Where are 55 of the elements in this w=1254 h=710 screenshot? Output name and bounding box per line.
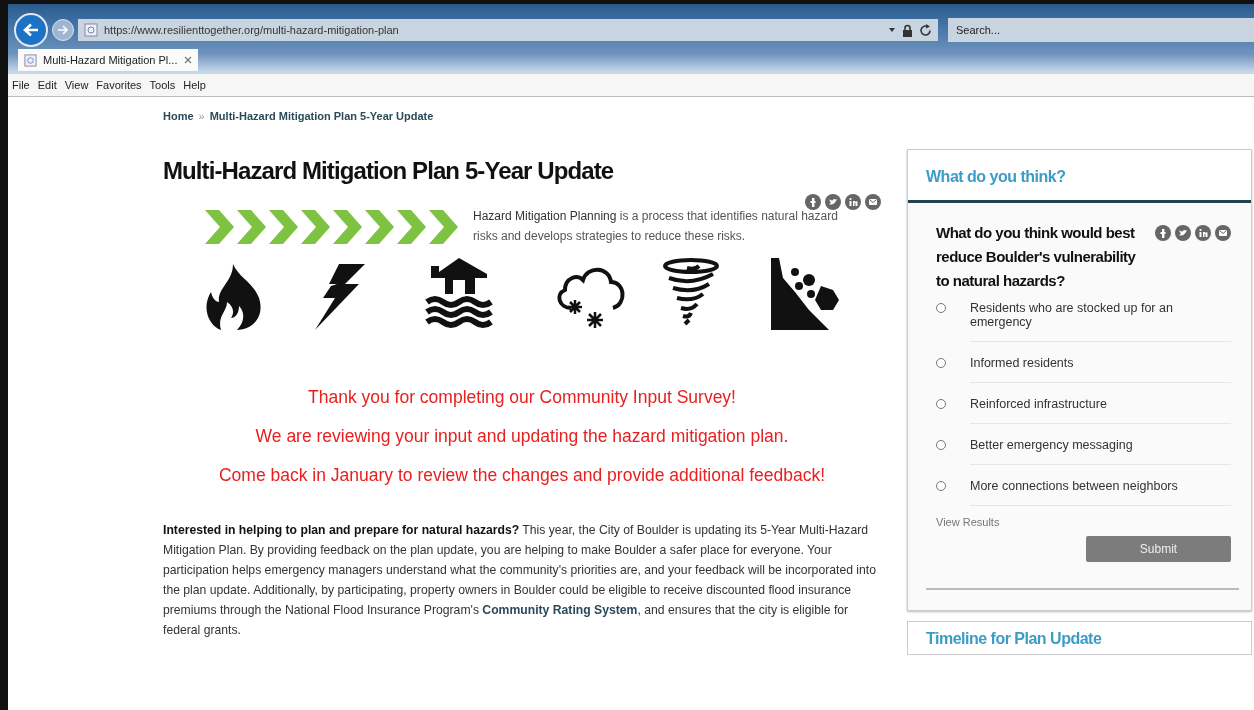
share-icon[interactable] bbox=[825, 194, 841, 210]
url-text: https://www.resilienttogether.org/multi-hazard-mitigation-plan bbox=[104, 24, 400, 36]
breadcrumb-link[interactable]: Multi-Hazard Mitigation Plan 5-Year Update bbox=[209, 110, 434, 122]
share-icon[interactable] bbox=[1195, 225, 1211, 241]
option-label[interactable]: Informed residents bbox=[970, 356, 1231, 383]
close-icon[interactable] bbox=[184, 56, 192, 64]
menu-item[interactable]: Edit bbox=[33, 79, 61, 91]
arrow-icon bbox=[57, 25, 69, 35]
notice-text: Come back in January to review the changes and provide additional feedback! bbox=[218, 464, 826, 486]
envelope-icon[interactable] bbox=[865, 194, 881, 210]
back-button[interactable] bbox=[14, 13, 48, 47]
lightning-icon bbox=[315, 264, 365, 330]
intro-text: Hazard Mitigation Planning is a process that identifies natural hazard risks and develops strategies to reduce these risks. bbox=[473, 208, 839, 245]
radio-button[interactable] bbox=[936, 303, 946, 313]
breadcrumb-link[interactable]: Home bbox=[163, 110, 194, 122]
address-bar[interactable]: https://www.resilienttogether.org/multi-hazard-mitigation-plan bbox=[78, 19, 938, 41]
dropdown-icon[interactable] bbox=[888, 27, 896, 33]
page-icon bbox=[24, 53, 37, 67]
submit-button[interactable]: Submit bbox=[1086, 536, 1231, 562]
option-label[interactable]: Residents who are stocked up for an emergency bbox=[970, 301, 1231, 342]
share-icon[interactable] bbox=[845, 194, 861, 210]
option-label[interactable]: More connections between neighbors bbox=[970, 479, 1231, 506]
flooded-house-icon bbox=[423, 258, 495, 330]
rockfall-icon bbox=[771, 258, 841, 330]
radio-button[interactable] bbox=[936, 358, 946, 368]
share-icon[interactable] bbox=[805, 194, 821, 210]
option-label[interactable]: Better emergency messaging bbox=[970, 438, 1231, 465]
menu-item[interactable]: View bbox=[60, 79, 93, 91]
card-header: Timeline for Plan Update bbox=[925, 629, 1103, 649]
radio-button[interactable] bbox=[936, 481, 946, 491]
lock-icon bbox=[902, 23, 913, 37]
card-header: What do you think? bbox=[908, 150, 1251, 203]
share-icon[interactable] bbox=[1175, 225, 1191, 241]
body-paragraph: Interested in helping to plan and prepare for natural hazards? This year, the City of Boulder is updating its 5-Year Multi-Hazard Mitigation Plan. By providing feedback on the plan update, you are helping to make Boulder a safer place for everyone. Your participation helps emergency managers understand what the community's priorities are, and your feedback will be incorporated into the plan update. Additionally, by participating, property owners in Boulder could be eligible to receive discounted flood insurance premiums through the National Flood Insurance Program's Community Rating System, and ensures that the city is eligible for federal grants. bbox=[163, 522, 877, 639]
breadcrumb-separator: » bbox=[198, 110, 205, 122]
arrow-icon bbox=[23, 23, 39, 37]
poll-question: What do you think would best reduce Boulder's vulnerability to natural hazards? bbox=[936, 223, 1137, 291]
refresh-icon[interactable] bbox=[919, 23, 932, 37]
menu-item[interactable]: Favorites bbox=[92, 79, 146, 91]
menu-item[interactable]: Tools bbox=[145, 79, 180, 91]
browser-tab[interactable]: Multi-Hazard Mitigation Pl... bbox=[18, 49, 198, 71]
view-results-link[interactable]: View Results bbox=[936, 516, 1231, 528]
notice-text: Thank you for completing our Community Input Survey! bbox=[308, 386, 736, 408]
radio-button[interactable] bbox=[936, 440, 946, 450]
page-title: Multi-Hazard Mitigation Plan 5-Year Update bbox=[163, 156, 615, 186]
radio-button[interactable] bbox=[936, 399, 946, 409]
forward-button[interactable] bbox=[52, 19, 74, 41]
menu-item[interactable]: Help bbox=[179, 79, 210, 91]
page-icon bbox=[84, 23, 98, 37]
menu-item[interactable]: File bbox=[8, 79, 34, 91]
envelope-icon[interactable] bbox=[1215, 225, 1231, 241]
notice-text: We are reviewing your input and updating the hazard mitigation plan. bbox=[255, 425, 789, 447]
option-label[interactable]: Reinforced infrastructure bbox=[970, 397, 1231, 424]
search-field[interactable]: Search... bbox=[948, 18, 1254, 42]
share-icon[interactable] bbox=[1155, 225, 1171, 241]
